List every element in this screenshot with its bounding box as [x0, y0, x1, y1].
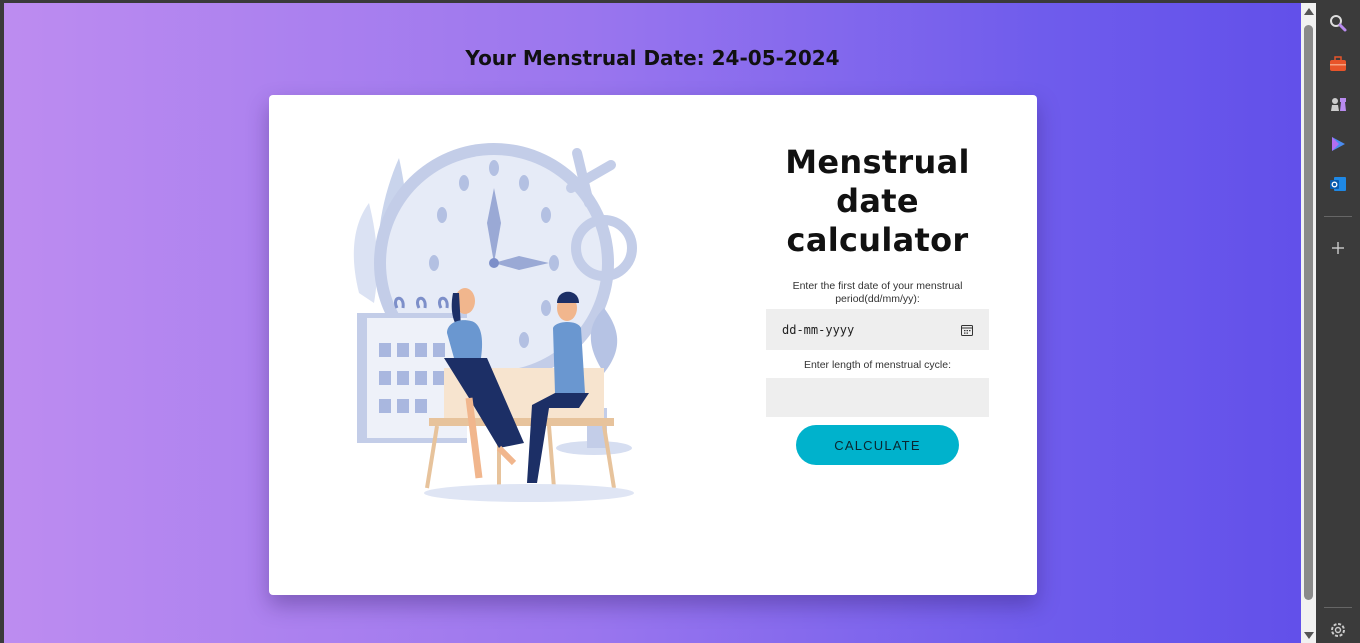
- page-viewport: Your Menstrual Date: 24-05-2024 Menstrua…: [4, 3, 1301, 643]
- cycle-length-input[interactable]: [766, 378, 989, 417]
- vertical-scrollbar[interactable]: [1301, 3, 1316, 643]
- first-date-label: Enter the first date of your menstrual p…: [792, 280, 963, 305]
- first-date-input[interactable]: dd-mm-yyyy: [766, 309, 989, 350]
- outlook-icon[interactable]: [1328, 174, 1348, 194]
- cycle-length-label: Enter length of menstrual cycle:: [803, 359, 952, 371]
- chess-icon[interactable]: [1328, 94, 1348, 114]
- search-icon[interactable]: [1328, 13, 1348, 33]
- browser-sidebar: [1316, 0, 1360, 643]
- scroll-up-arrow-icon[interactable]: [1304, 8, 1314, 15]
- copilot-icon[interactable]: [1328, 134, 1348, 154]
- calculator-form: Menstrual date calculator Enter the firs…: [766, 143, 989, 465]
- result-heading: Your Menstrual Date: 24-05-2024: [465, 46, 840, 70]
- add-icon[interactable]: [1328, 238, 1348, 258]
- calendar-icon[interactable]: [961, 324, 973, 336]
- settings-icon[interactable]: [1328, 620, 1348, 640]
- calculate-button[interactable]: CALCULATE: [796, 425, 959, 465]
- first-date-placeholder: dd-mm-yyyy: [782, 322, 855, 337]
- card-title: Menstrual date calculator: [785, 143, 970, 259]
- scroll-thumb[interactable]: [1304, 25, 1313, 600]
- sidebar-divider: [1324, 216, 1352, 217]
- illustration-image: [353, 143, 637, 502]
- toolbox-icon[interactable]: [1328, 54, 1348, 74]
- sidebar-divider-bottom: [1324, 607, 1352, 608]
- scroll-down-arrow-icon[interactable]: [1304, 632, 1314, 639]
- calculator-card: Menstrual date calculator Enter the firs…: [269, 95, 1037, 595]
